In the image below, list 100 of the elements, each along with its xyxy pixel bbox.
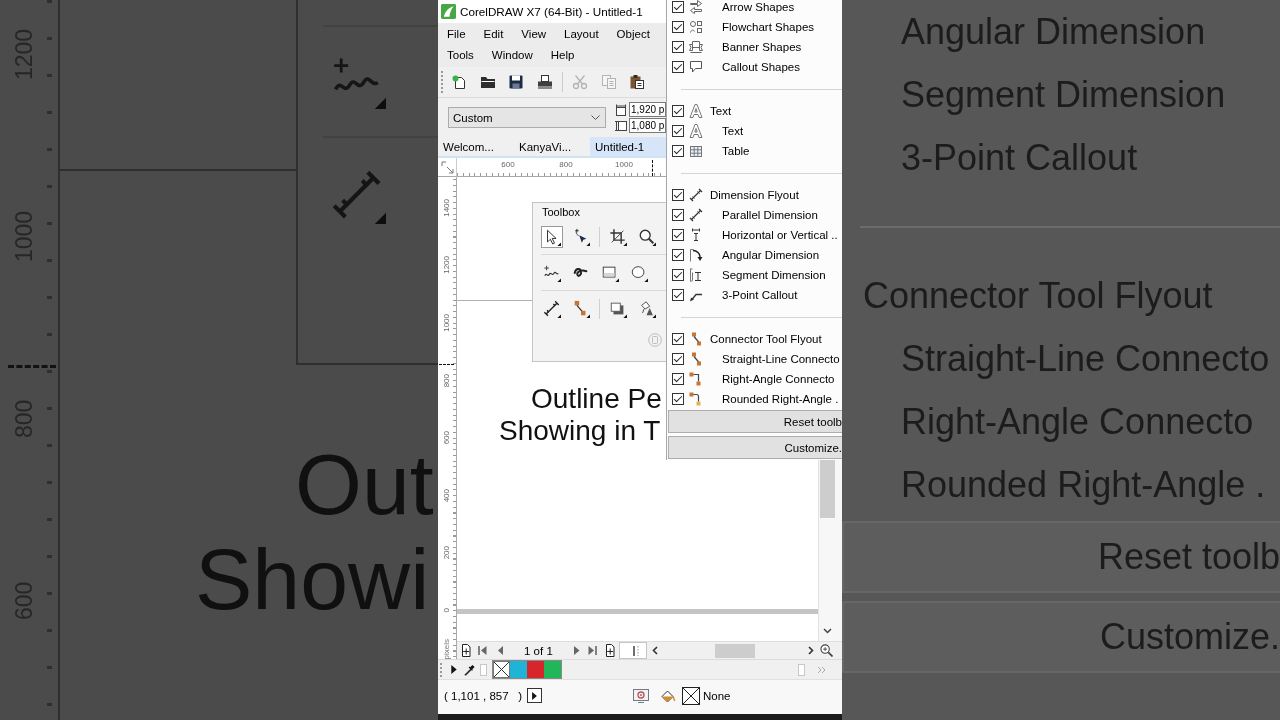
checkbox[interactable] <box>672 289 684 301</box>
fill-bucket-icon[interactable] <box>660 688 676 703</box>
chevron-down-icon[interactable] <box>823 628 832 634</box>
menu-item[interactable]: Text <box>667 121 842 141</box>
last-page-icon[interactable] <box>587 645 597 656</box>
banner-icon <box>689 40 703 54</box>
customize-button[interactable]: Customize. <box>668 436 842 459</box>
menu-item[interactable]: Connector Tool Flyout <box>667 329 842 349</box>
menu-item[interactable]: Dimension Flyout <box>667 185 842 205</box>
ruler-label: 800 <box>442 373 452 387</box>
ruler-label: 0 <box>442 608 452 613</box>
first-page-icon[interactable] <box>478 645 487 656</box>
checkbox[interactable] <box>672 41 684 53</box>
menu-item[interactable]: Object <box>607 24 659 43</box>
menu-item[interactable]: View <box>512 24 556 43</box>
connector-icon <box>689 332 703 346</box>
document-tab[interactable]: Untitled-1 <box>590 137 666 156</box>
eyedropper-icon[interactable] <box>464 663 475 676</box>
scrollbar-thumb[interactable] <box>714 643 755 658</box>
enlarged-cursor-marker <box>8 365 56 368</box>
color-swatch[interactable] <box>527 661 544 678</box>
checkbox[interactable] <box>672 269 684 281</box>
checkbox[interactable] <box>672 333 684 345</box>
rounded-connector-icon <box>689 392 703 406</box>
zoom-icon[interactable] <box>819 644 833 657</box>
page-width-icon <box>615 103 627 116</box>
chevron-right-icon[interactable] <box>807 646 814 655</box>
add-page-icon[interactable] <box>461 644 471 657</box>
enlarged-menu-text: Connector Tool Flyout <box>862 274 1214 318</box>
menu-item[interactable]: Table <box>667 141 842 161</box>
checkbox[interactable] <box>672 105 684 117</box>
clipboard-icon[interactable] <box>629 74 645 90</box>
menu-item[interactable]: Callout Shapes <box>667 57 842 77</box>
enlarged-menu-text: Angular Dimension <box>900 9 1207 54</box>
checkbox[interactable] <box>672 393 684 405</box>
checkbox[interactable] <box>672 125 684 137</box>
segment-dimension-icon <box>689 268 703 282</box>
checkbox[interactable] <box>672 373 684 385</box>
monitor-icon[interactable] <box>633 688 649 703</box>
ruler-label: 600 <box>501 160 515 171</box>
menu-item[interactable]: 3-Point Callout <box>667 285 842 305</box>
right-triangle-icon <box>532 691 537 700</box>
checkbox[interactable] <box>672 249 684 261</box>
splitter-icon[interactable] <box>631 644 640 657</box>
panel-title: Toolbox <box>542 205 580 219</box>
menu-item[interactable]: Angular Dimension <box>667 245 842 265</box>
menu-item[interactable]: Right-Angle Connecto <box>667 369 842 389</box>
menu-item[interactable]: Window <box>482 45 542 64</box>
menu-item[interactable]: Layout <box>555 24 608 43</box>
right-triangle-icon[interactable] <box>451 665 457 674</box>
menu-item[interactable]: Banner Shapes <box>667 37 842 57</box>
enlarged-footer-text: Customize. <box>842 601 1280 673</box>
next-page-icon[interactable] <box>573 645 580 656</box>
letter-a-icon <box>689 104 703 118</box>
reset-toolbar-button[interactable]: Reset toolb <box>668 410 842 433</box>
menu-item[interactable]: Parallel Dimension <box>667 205 842 225</box>
tool-button[interactable] <box>541 225 563 248</box>
menu-item[interactable]: Help <box>541 45 584 64</box>
scrollbar-thumb[interactable] <box>820 460 835 518</box>
ruler-origin-icon[interactable] <box>440 160 454 174</box>
document-tab[interactable]: KanyaVi... <box>514 137 590 156</box>
no-color-swatch[interactable] <box>493 661 510 678</box>
checkbox[interactable] <box>672 21 684 33</box>
checkbox[interactable] <box>672 145 684 157</box>
menu-item[interactable]: Tools <box>438 45 483 64</box>
new-document-icon[interactable] <box>451 74 467 90</box>
folder-icon[interactable] <box>479 74 496 90</box>
color-swatch[interactable] <box>510 661 527 678</box>
color-swatch[interactable] <box>544 661 561 678</box>
tool-button[interactable] <box>541 298 563 320</box>
width-field[interactable]: 1,920 p <box>629 102 666 117</box>
angle-arrow-icon <box>689 248 703 262</box>
checkbox[interactable] <box>672 229 684 241</box>
add-page-icon[interactable] <box>604 644 615 657</box>
checkbox[interactable] <box>672 1 684 13</box>
menu-item[interactable]: Segment Dimension <box>667 265 842 285</box>
ruler-label: 1000 <box>442 313 452 332</box>
chevron-left-icon[interactable] <box>651 646 658 655</box>
checkbox[interactable] <box>672 61 684 73</box>
height-field[interactable]: 1,080 p <box>629 118 666 133</box>
caret-icon <box>591 115 600 120</box>
checkbox[interactable] <box>672 189 684 201</box>
page-tab-area[interactable] <box>618 642 647 659</box>
printer-icon[interactable] <box>536 74 553 90</box>
checkbox[interactable] <box>672 209 684 221</box>
menu-item[interactable]: Horizontal or Vertical .. <box>667 225 842 245</box>
menu-item[interactable]: Text <box>667 101 842 121</box>
menu-item[interactable]: Rounded Right-Angle . <box>667 389 842 409</box>
checkbox[interactable] <box>672 353 684 365</box>
menu-item[interactable]: Edit <box>474 24 513 43</box>
previous-page-icon[interactable] <box>497 645 503 656</box>
menu-item[interactable]: Straight-Line Connecto <box>667 349 842 369</box>
cursor-options-button[interactable] <box>527 688 542 703</box>
menu-item[interactable]: Arrow Shapes <box>667 0 842 17</box>
document-tab[interactable]: Welcom... <box>438 137 514 156</box>
menu-item[interactable]: Flowchart Shapes <box>667 17 842 37</box>
drop-shadow-icon <box>609 300 627 318</box>
menu-item[interactable]: File <box>438 24 475 43</box>
ruler-label: 1200 <box>442 256 452 275</box>
page-size-dropdown[interactable]: Custom <box>448 107 606 128</box>
